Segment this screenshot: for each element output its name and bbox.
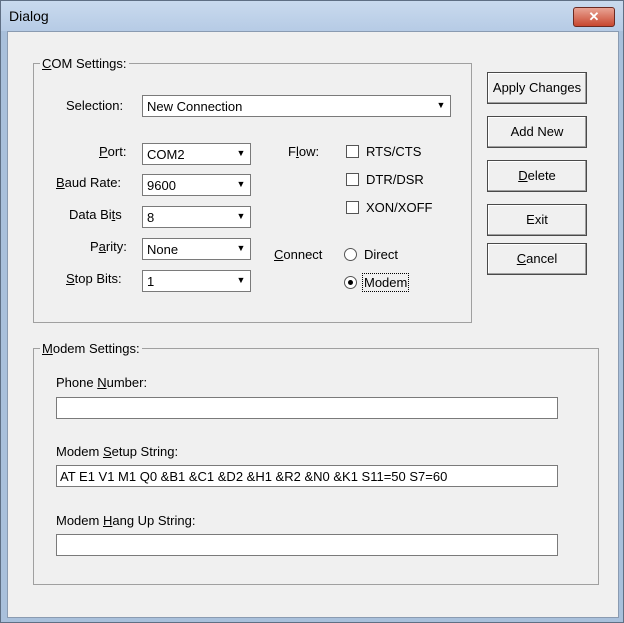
data-bits-value: 8: [147, 210, 155, 225]
dtr-dsr-checkbox[interactable]: [346, 173, 359, 186]
direct-label[interactable]: Direct: [364, 247, 398, 262]
stop-bits-label: Stop Bits:: [66, 271, 122, 286]
port-combo[interactable]: COM2 ▼: [142, 143, 251, 165]
apply-changes-button[interactable]: Apply Changes: [487, 72, 587, 104]
parity-value: None: [147, 242, 179, 257]
port-value: COM2: [147, 147, 185, 162]
connect-label: Connect: [274, 247, 323, 262]
chevron-down-icon[interactable]: ▼: [233, 240, 249, 256]
chevron-down-icon[interactable]: ▼: [433, 97, 449, 113]
close-button[interactable]: ✕: [573, 7, 615, 27]
baud-rate-value: 9600: [147, 178, 176, 193]
add-new-button[interactable]: Add New: [487, 116, 587, 148]
selection-combo[interactable]: New Connection ▼: [142, 95, 451, 117]
com-settings-title: COM Settings:: [40, 56, 129, 71]
chevron-down-icon[interactable]: ▼: [233, 208, 249, 224]
dialog-window: Dialog ✕ COM Settings: Selection: New Co…: [0, 0, 624, 623]
dtr-dsr-label[interactable]: DTR/DSR: [366, 172, 424, 187]
exit-button[interactable]: Exit: [487, 204, 587, 236]
data-bits-combo[interactable]: 8 ▼: [142, 206, 251, 228]
rts-cts-checkbox[interactable]: [346, 145, 359, 158]
stop-bits-combo[interactable]: 1 ▼: [142, 270, 251, 292]
dialog-client-area: COM Settings: Selection: New Connection …: [7, 31, 619, 618]
modem-setup-label: Modem Setup String:: [56, 444, 179, 459]
flow-label: Flow:: [288, 144, 320, 159]
modem-radio[interactable]: [344, 276, 357, 289]
modem-setup-field[interactable]: AT E1 V1 M1 Q0 &B1 &C1 &D2 &H1 &R2 &N0 &…: [56, 465, 558, 487]
modem-hangup-field[interactable]: [56, 534, 558, 556]
selection-label: Selection:: [66, 98, 124, 113]
xon-xoff-checkbox[interactable]: [346, 201, 359, 214]
modem-hangup-label: Modem Hang Up String:: [56, 513, 196, 528]
parity-label: Parity:: [90, 239, 127, 254]
chevron-down-icon[interactable]: ▼: [233, 272, 249, 288]
baud-rate-label: Baud Rate:: [56, 175, 122, 190]
parity-combo[interactable]: None ▼: [142, 238, 251, 260]
cancel-button[interactable]: Cancel: [487, 243, 587, 275]
phone-number-field[interactable]: [56, 397, 558, 419]
modem-label[interactable]: Modem: [361, 273, 410, 292]
xon-xoff-label[interactable]: XON/XOFF: [366, 200, 432, 215]
modem-setup-value: AT E1 V1 M1 Q0 &B1 &C1 &D2 &H1 &R2 &N0 &…: [60, 469, 448, 484]
selection-value: New Connection: [147, 99, 243, 114]
window-title: Dialog: [9, 8, 49, 24]
modem-settings-title: Modem Settings:: [40, 341, 142, 356]
direct-radio[interactable]: [344, 248, 357, 261]
chevron-down-icon[interactable]: ▼: [233, 176, 249, 192]
data-bits-label: Data Bits: [69, 207, 122, 222]
stop-bits-value: 1: [147, 274, 155, 289]
delete-button[interactable]: Delete: [487, 160, 587, 192]
chevron-down-icon[interactable]: ▼: [233, 145, 249, 161]
radio-selected-dot: [348, 280, 353, 285]
title-bar[interactable]: Dialog ✕: [1, 1, 623, 31]
port-label: Port:: [99, 144, 127, 159]
baud-rate-combo[interactable]: 9600 ▼: [142, 174, 251, 196]
close-icon: ✕: [588, 9, 600, 24]
rts-cts-label[interactable]: RTS/CTS: [366, 144, 421, 159]
phone-number-label: Phone Number:: [56, 375, 148, 390]
